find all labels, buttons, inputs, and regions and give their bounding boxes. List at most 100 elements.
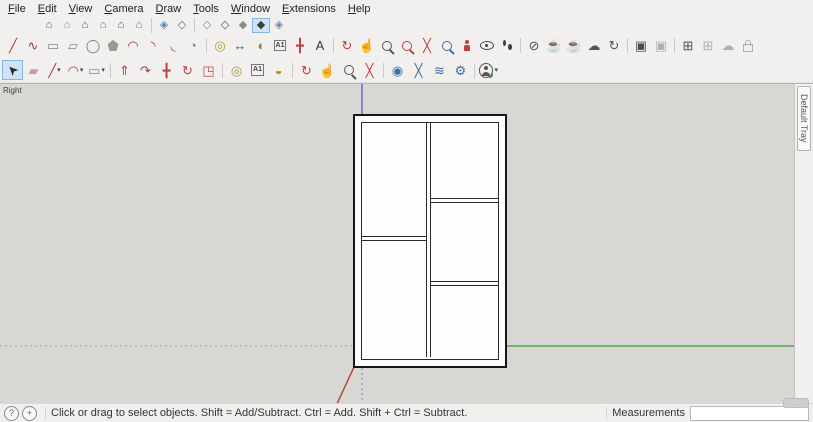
status-help-icon[interactable]: ? <box>4 405 19 421</box>
menu-window[interactable]: Window <box>225 2 276 16</box>
back-view-button[interactable]: ⌂ <box>112 18 130 33</box>
pan-tool-button[interactable]: ☝ <box>317 60 338 80</box>
status-separator <box>606 407 608 419</box>
hidden-line-style-button[interactable]: ◇ <box>216 18 234 33</box>
protractor-tool-button[interactable]: ◖ <box>250 35 270 56</box>
rectangle-tool-button[interactable]: ▭ ▾ <box>86 60 107 80</box>
look-around-tool-button[interactable] <box>477 35 497 56</box>
zoom-previous-tool-button[interactable] <box>437 35 457 56</box>
move-tool-button[interactable]: ╋ <box>156 60 177 80</box>
menu-draw[interactable]: Draw <box>150 2 188 16</box>
shaded-with-textures-style-button[interactable]: ◆ <box>252 17 270 33</box>
3d-text-tool-button[interactable]: A <box>310 35 330 56</box>
line-tool-button[interactable]: ╱ <box>3 35 23 56</box>
rectangle-tool-button[interactable]: ▭ <box>43 35 63 56</box>
axes-tool-button[interactable]: ╋ <box>290 35 310 56</box>
extension-cross-button[interactable]: ╳ <box>408 60 429 80</box>
walk-tool-button[interactable] <box>497 35 517 56</box>
shaded-style-button[interactable]: ◆ <box>234 18 252 33</box>
rotated-rectangle-tool-button[interactable]: ▱ <box>63 35 83 56</box>
zoom-extents-tool-button[interactable]: ╳ <box>417 35 437 56</box>
get-models-button[interactable]: ☕ <box>544 35 564 56</box>
left-view-button[interactable]: ⌂ <box>130 18 148 33</box>
rectangle-tool-dropdown[interactable]: ▾ <box>101 66 105 74</box>
wireframe-style-button[interactable]: ◇ <box>198 18 216 33</box>
cabinet-right-shelf-upper[interactable] <box>431 198 498 203</box>
tape-measure-tool-button[interactable]: ◎ <box>210 35 230 56</box>
account-dropdown[interactable]: ▾ <box>494 66 498 74</box>
menu-camera[interactable]: Camera <box>98 2 149 16</box>
rotate-tool-icon: ↻ <box>182 62 193 78</box>
zoom-extents-tool-button[interactable]: ╳ <box>359 60 380 80</box>
pan-tool-button[interactable]: ☝ <box>357 35 377 56</box>
eraser-tool-button[interactable]: ▰ <box>23 60 44 80</box>
scale-tool-button[interactable]: ◳ <box>198 60 219 80</box>
back-edges-style-button[interactable]: ◇ <box>173 18 191 33</box>
front-view-button[interactable]: ⌂ <box>76 18 94 33</box>
zoom-tool-button[interactable] <box>338 60 359 80</box>
menu-extensions[interactable]: Extensions <box>276 2 342 16</box>
cloud-button[interactable]: ☁ <box>584 35 604 56</box>
arc-tool-dropdown[interactable]: ▾ <box>80 66 84 74</box>
iso-view-button[interactable]: ⌂ <box>40 18 58 33</box>
status-add-icon[interactable]: + <box>22 405 37 421</box>
window-settings-button[interactable]: ⊞ <box>698 35 718 56</box>
extension-spiral-button[interactable]: ◉ <box>387 60 408 80</box>
cabinet-left-shelf[interactable] <box>362 236 426 241</box>
account-button[interactable]: ▾ <box>478 60 499 80</box>
dimension-tool-button[interactable]: ↔ <box>230 35 250 56</box>
cabinet-outline[interactable] <box>353 114 507 368</box>
cloud-image-button[interactable]: ☁ <box>718 35 738 56</box>
walk-tool-icon <box>502 40 512 51</box>
cabinet-inner-frame[interactable] <box>361 122 499 360</box>
extension-gear-icon: ⚙ <box>454 62 467 78</box>
viewport[interactable]: Right <box>0 83 795 404</box>
sync-button[interactable]: ↻ <box>604 35 624 56</box>
pie-tool-button[interactable]: ◔ <box>183 35 203 56</box>
select-tool-button[interactable]: ➤ <box>2 60 23 80</box>
terrain-image-button[interactable]: ▣ <box>631 35 651 56</box>
top-view-button[interactable]: ⌂ <box>58 18 76 33</box>
menu-edit[interactable]: Edit <box>32 2 63 16</box>
cabinet-right-shelf-lower[interactable] <box>431 281 498 286</box>
polygon-tool-button[interactable] <box>103 35 123 56</box>
line-tool-dropdown[interactable]: ▾ <box>57 66 61 74</box>
monochrome-style-button[interactable]: ◈ <box>270 18 288 33</box>
share-model-button[interactable]: ☕ <box>564 35 584 56</box>
cabinet-vertical-divider[interactable] <box>426 123 431 357</box>
zoom-window-tool-button[interactable] <box>397 35 417 56</box>
zoom-tool-button[interactable] <box>377 35 397 56</box>
text-tool-button[interactable]: A1 <box>270 35 290 56</box>
arc-tool-button[interactable]: ◠ <box>123 35 143 56</box>
rotate-tool-button[interactable]: ↻ <box>177 60 198 80</box>
default-tray-tab[interactable]: Default Tray <box>797 86 811 151</box>
paint-bucket-tool-button[interactable]: ◒ <box>268 60 289 80</box>
three-point-arc-tool-button[interactable]: ◟ <box>163 35 183 56</box>
extension-layers-button[interactable]: ≋ <box>429 60 450 80</box>
menu-tools[interactable]: Tools <box>187 2 225 16</box>
orbit-tool-button[interactable]: ↻ <box>337 35 357 56</box>
x-ray-style-button[interactable]: ◈ <box>155 18 173 33</box>
extension-gear-button[interactable]: ⚙ <box>450 60 471 80</box>
text-tool-button[interactable]: A1 <box>247 60 268 80</box>
two-point-arc-tool-icon: ◝ <box>150 38 156 53</box>
menu-view[interactable]: View <box>63 2 99 16</box>
menu-file[interactable]: File <box>2 2 32 16</box>
line-tool-button[interactable]: ╱ ▾ <box>44 60 65 80</box>
two-point-arc-tool-button[interactable]: ◝ <box>143 35 163 56</box>
push-pull-tool-button[interactable]: ⇑ <box>114 60 135 80</box>
freehand-tool-button[interactable]: ∿ <box>23 35 43 56</box>
arc-tool-button[interactable]: ◠ ▾ <box>65 60 86 80</box>
right-view-button[interactable]: ⌂ <box>94 18 112 33</box>
image-button[interactable]: ▣ <box>651 35 671 56</box>
no-entry-button[interactable]: ⊘ <box>524 35 544 56</box>
follow-me-tool-button[interactable]: ↷ <box>135 60 156 80</box>
position-camera-tool-button[interactable] <box>457 35 477 56</box>
lock-button[interactable] <box>738 35 758 56</box>
orbit-tool-button[interactable]: ↻ <box>296 60 317 80</box>
scroll-grip[interactable] <box>783 398 809 408</box>
window-button[interactable]: ⊞ <box>678 35 698 56</box>
menu-help[interactable]: Help <box>342 2 377 16</box>
circle-tool-button[interactable]: ◯ <box>83 35 103 56</box>
tape-measure-tool-button[interactable]: ◎ <box>226 60 247 80</box>
